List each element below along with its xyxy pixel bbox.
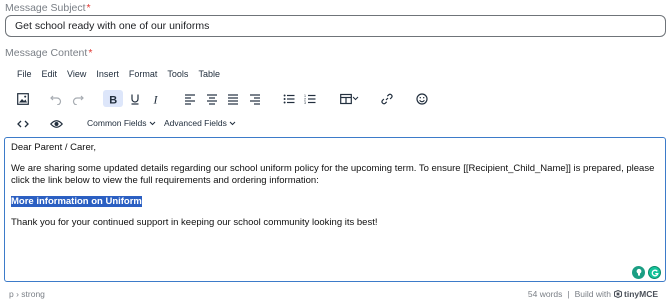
greeting-text: Dear Parent / Carer, — [11, 142, 97, 153]
message-content-label-text: Message Content — [5, 47, 88, 59]
bullet-list-button[interactable] — [279, 90, 299, 107]
lightbulb-icon[interactable] — [632, 266, 645, 279]
body-paragraph: We are sharing some updated details rega… — [11, 163, 655, 186]
align-left-icon — [185, 93, 195, 105]
statusbar-divider: | — [567, 289, 570, 299]
numbered-list-button[interactable]: 123 — [300, 90, 320, 107]
statusbar-right: 54 words | Build with tinyMCE — [528, 289, 658, 299]
menu-format[interactable]: Format — [124, 69, 163, 79]
align-center-button[interactable] — [202, 90, 222, 107]
undo-icon — [50, 95, 62, 105]
floating-assistant-icons — [632, 266, 661, 279]
underline-button[interactable] — [125, 90, 145, 107]
message-subject-input[interactable] — [5, 15, 666, 37]
common-fields-dropdown[interactable]: Common Fields — [87, 118, 147, 128]
message-subject-label: Message Subject* — [5, 2, 91, 14]
svg-text:I: I — [153, 93, 159, 105]
word-count[interactable]: 54 words — [528, 289, 563, 299]
menu-table[interactable]: Table — [193, 69, 225, 79]
rich-text-editor: File Edit View Insert Format Tools Table… — [4, 62, 666, 304]
tinymce-logo[interactable]: tinyMCE — [614, 289, 658, 299]
editor-toolbar-secondary: Common Fields Advanced Fields — [4, 114, 666, 134]
editor-toolbar-primary: B I 123 — [4, 88, 666, 110]
eye-icon — [49, 119, 63, 128]
code-icon — [17, 120, 29, 127]
italic-button[interactable]: I — [146, 90, 166, 107]
insert-image-button[interactable] — [13, 90, 33, 107]
menu-view[interactable]: View — [62, 69, 91, 79]
chevron-down-icon — [352, 96, 358, 101]
undo-button[interactable] — [46, 90, 66, 107]
redo-button[interactable] — [68, 90, 88, 107]
menu-edit[interactable]: Edit — [37, 69, 63, 79]
uniform-link[interactable]: More information on Uniform — [11, 196, 142, 207]
message-subject-label-text: Message Subject — [5, 2, 86, 14]
svg-text:B: B — [109, 94, 117, 105]
editor-menubar: File Edit View Insert Format Tools Table — [4, 62, 225, 86]
menu-file[interactable]: File — [12, 69, 37, 79]
image-icon — [17, 92, 29, 105]
table-button[interactable] — [336, 90, 362, 107]
redo-icon — [72, 95, 84, 105]
chevron-down-icon — [229, 121, 236, 126]
tinymce-icon — [614, 290, 622, 298]
table-icon — [339, 93, 352, 104]
required-marker: * — [88, 47, 93, 59]
source-code-button[interactable] — [13, 115, 33, 132]
advanced-fields-dropdown[interactable]: Advanced Fields — [164, 118, 227, 128]
thanks-paragraph: Thank you for your continued support in … — [11, 217, 378, 228]
editor-content-area[interactable]: Dear Parent / Carer, We are sharing some… — [4, 137, 666, 282]
svg-text:3: 3 — [304, 100, 306, 104]
message-content-label: Message Content* — [5, 47, 92, 59]
align-right-icon — [250, 93, 260, 105]
preview-button[interactable] — [46, 115, 66, 132]
link-paragraph: More information on Uniform — [11, 196, 142, 208]
bullet-list-icon — [283, 94, 295, 103]
insert-link-button[interactable] — [377, 90, 397, 107]
numbered-list-icon: 123 — [304, 93, 316, 104]
element-path[interactable]: p › strong — [9, 289, 45, 299]
smiley-icon — [416, 92, 428, 105]
italic-icon: I — [153, 93, 159, 105]
emoji-button[interactable] — [412, 90, 432, 107]
align-center-icon — [207, 93, 217, 105]
menu-tools[interactable]: Tools — [162, 69, 193, 79]
align-justify-icon — [228, 93, 238, 105]
menu-insert[interactable]: Insert — [91, 69, 124, 79]
bold-button[interactable]: B — [103, 90, 123, 107]
editor-statusbar: p › strong 54 words | Build with tinyMCE — [4, 285, 666, 301]
bold-icon: B — [109, 94, 117, 105]
underline-icon — [131, 94, 139, 105]
tinymce-brand: tinyMCE — [624, 289, 658, 299]
build-with-text: Build with — [574, 289, 611, 299]
grammarly-icon[interactable] — [648, 266, 661, 279]
align-right-button[interactable] — [245, 90, 265, 107]
align-left-button[interactable] — [180, 90, 200, 107]
chevron-down-icon — [149, 121, 156, 126]
link-icon — [381, 93, 393, 104]
required-marker: * — [86, 2, 91, 14]
align-justify-button[interactable] — [223, 90, 243, 107]
